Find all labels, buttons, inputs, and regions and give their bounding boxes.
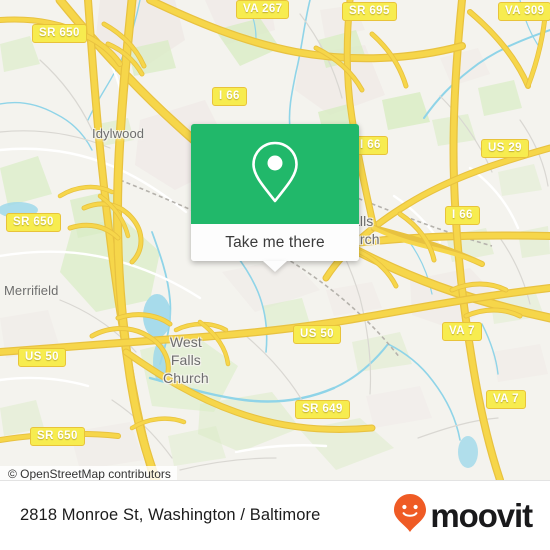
popup-body	[191, 124, 359, 224]
moovit-wordmark: moovit	[430, 497, 533, 534]
popup-tail	[263, 261, 287, 272]
shield-sr-695[interactable]: SR 695	[342, 2, 397, 21]
shield-us-29[interactable]: US 29	[481, 139, 529, 158]
shield-i-66-top[interactable]: I 66	[212, 87, 247, 106]
popup-footer[interactable]: Take me there	[191, 224, 359, 272]
location-popup[interactable]: Take me there	[191, 124, 359, 272]
shield-va-7-upper[interactable]: VA 7	[442, 322, 482, 341]
shield-i-66-right[interactable]: I 66	[445, 206, 480, 225]
shield-sr-650-south[interactable]: SR 650	[30, 427, 85, 446]
map-canvas[interactable]: .rdmaj { stroke:#f6d64a; fill:none; stro…	[0, 0, 550, 480]
shield-sr-649[interactable]: SR 649	[295, 400, 350, 419]
moovit-map-screen: .rdmaj { stroke:#f6d64a; fill:none; stro…	[0, 0, 550, 550]
osm-attribution[interactable]: © OpenStreetMap contributors	[0, 466, 177, 480]
shield-va-267[interactable]: VA 267	[236, 0, 290, 19]
moovit-logo[interactable]: moovit	[393, 493, 533, 538]
shield-va-7-lower[interactable]: VA 7	[486, 390, 526, 409]
footer-bar: 2818 Monroe St, Washington / Baltimore m…	[0, 480, 550, 550]
shield-va-309[interactable]: VA 309	[498, 2, 550, 21]
take-me-there-label: Take me there	[225, 233, 325, 251]
map-pin-icon	[247, 138, 303, 211]
shield-us-50-mid[interactable]: US 50	[293, 325, 341, 344]
shield-us-50-left[interactable]: US 50	[18, 348, 66, 367]
shield-sr-650-west[interactable]: SR 650	[6, 213, 61, 232]
shield-sr-650-north[interactable]: SR 650	[32, 24, 87, 43]
moovit-smiley-pin-icon	[393, 493, 427, 538]
address-title: 2818 Monroe St, Washington / Baltimore	[20, 506, 321, 524]
